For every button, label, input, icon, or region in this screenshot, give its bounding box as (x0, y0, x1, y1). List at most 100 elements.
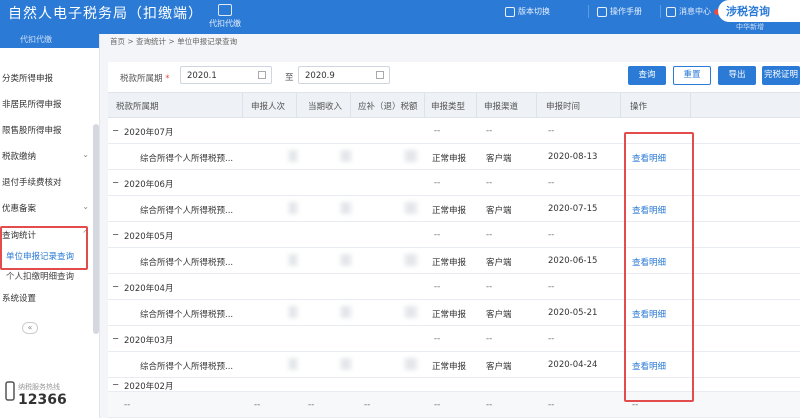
dash-cell: -- (434, 282, 441, 292)
column-divider (296, 93, 297, 119)
version-switch-link[interactable]: 版本切换 (505, 6, 550, 17)
header-time: 申报时间 (546, 102, 581, 112)
header-divider (588, 5, 589, 18)
collapse-sidebar-icon[interactable]: « (22, 322, 38, 334)
withholding-icon (218, 4, 232, 16)
dash-cell: -- (486, 126, 493, 136)
table-row-period[interactable]: − 2020年07月 -- -- -- (108, 118, 800, 144)
column-divider (620, 93, 621, 119)
period-cell: 2020年05月 (124, 232, 174, 242)
table-row-detail[interactable]: 综合所得个人所得税预... 正常申报 客户端 2020-04-24 查看明细 (108, 352, 800, 378)
declare-type-cell: 正常申报 (432, 310, 467, 320)
table-row-period[interactable]: − 2020年02月 (108, 378, 800, 392)
period-cell: 2020年06月 (124, 180, 174, 190)
chevron-down-icon: ⌄ (82, 202, 89, 211)
footer-dash: -- (434, 400, 441, 410)
redacted-income (340, 202, 352, 214)
collapse-toggle-icon[interactable]: − (112, 178, 119, 188)
collapse-toggle-icon[interactable]: − (112, 126, 119, 136)
sidebar-item-fee-check[interactable]: 退付手续费核对 (0, 176, 93, 188)
redacted-count (288, 306, 298, 318)
dash-cell: -- (548, 334, 555, 344)
collapse-toggle-icon[interactable]: − (112, 380, 119, 390)
collapse-toggle-icon[interactable]: − (112, 282, 119, 292)
dash-cell: -- (548, 178, 555, 188)
period-cell: 2020年04月 (124, 284, 174, 294)
hotline-label: 纳税服务热线 (18, 383, 60, 391)
footer-dash: -- (124, 400, 131, 410)
calendar-icon[interactable] (258, 71, 266, 79)
dash-cell: -- (486, 178, 493, 188)
redacted-income (340, 150, 352, 162)
sidebar: 代扣代缴 分类所得申报 非居民所得申报 限售股所得申报 税款缴纳 ⌄ 退付手续费核… (0, 34, 100, 418)
message-center-label: 消息中心 (679, 7, 711, 16)
top-header: 自然人电子税务局（扣缴端） 代扣代缴 版本切换 操作手册 消息中心 涉税咨询 中… (0, 0, 800, 34)
table-row-period[interactable]: − 2020年04月 -- -- -- (108, 274, 800, 300)
column-divider (536, 93, 537, 119)
table-row-detail[interactable]: 综合所得个人所得税预... 正常申报 客户端 2020-06-15 查看明细 (108, 248, 800, 274)
dash-cell: -- (434, 230, 441, 240)
table-row-detail[interactable]: 综合所得个人所得税预... 正常申报 客户端 2020-05-21 查看明细 (108, 300, 800, 326)
manual-label: 操作手册 (610, 7, 642, 16)
sidebar-item-restricted-stock[interactable]: 限售股所得申报 (0, 124, 93, 136)
sidebar-scrollbar[interactable] (93, 124, 99, 334)
tax-certificate-button[interactable]: 完税证明 (762, 66, 800, 85)
sidebar-item-label: 非居民所得申报 (2, 100, 62, 110)
manual-link[interactable]: 操作手册 (597, 6, 642, 17)
collapse-toggle-icon[interactable]: − (112, 230, 119, 240)
report-name-cell: 综合所得个人所得税预... (140, 206, 234, 216)
sidebar-top-label: 代扣代缴 (0, 34, 99, 48)
footer-dash: -- (486, 400, 493, 410)
withholding-nav-button[interactable]: 代扣代缴 (205, 2, 245, 32)
footer-dash: -- (548, 400, 555, 410)
tax-period-label: 税款所属期 * (120, 72, 169, 84)
table-row-period[interactable]: − 2020年06月 -- -- -- (108, 170, 800, 196)
header-tax-period: 税款所属期 (116, 102, 159, 112)
column-divider (242, 93, 243, 119)
version-switch-icon (505, 6, 515, 17)
redacted-tax (404, 358, 418, 370)
phone-icon (5, 381, 15, 401)
table-row-detail[interactable]: 综合所得个人所得税预... 正常申报 客户端 2020-07-15 查看明细 (108, 196, 800, 222)
redacted-count (288, 254, 298, 266)
time-cell: 2020-05-21 (548, 308, 598, 318)
sidebar-item-category-income[interactable]: 分类所得申报 (0, 72, 93, 84)
collapse-toggle-icon[interactable]: − (112, 334, 119, 344)
period-cell: 2020年07月 (124, 128, 174, 138)
chevron-down-icon: ⌄ (82, 150, 89, 159)
declare-type-cell: 正常申报 (432, 258, 467, 268)
sidebar-item-preferential[interactable]: 优惠备案 ⌄ (0, 202, 93, 214)
period-end-input[interactable]: 2020.9 (298, 66, 390, 84)
calendar-icon[interactable] (376, 71, 384, 79)
redacted-count (288, 202, 298, 214)
message-center-link[interactable]: 消息中心 (666, 6, 720, 17)
period-start-input[interactable]: 2020.1 (180, 66, 272, 84)
time-cell: 2020-06-15 (548, 256, 598, 266)
hotline-number: 12366 (18, 392, 67, 408)
highlight-box-sidebar (0, 226, 88, 270)
dash-cell: -- (548, 126, 555, 136)
period-start-value: 2020.1 (187, 71, 217, 81)
export-button[interactable]: 导出 (718, 66, 756, 85)
sidebar-item-tax-payment[interactable]: 税款缴纳 ⌄ (0, 150, 93, 162)
query-button[interactable]: 查询 (628, 66, 666, 85)
redacted-tax (404, 202, 418, 214)
table-row-period[interactable]: − 2020年03月 -- -- -- (108, 326, 800, 352)
table-row-detail[interactable]: 综合所得个人所得税预... 正常申报 客户端 2020-08-13 查看明细 (108, 144, 800, 170)
sidebar-item-nonresident[interactable]: 非居民所得申报 (0, 98, 93, 110)
redacted-income (340, 358, 352, 370)
declare-type-cell: 正常申报 (432, 206, 467, 216)
redacted-tax (404, 254, 418, 266)
reset-button[interactable]: 重置 (673, 66, 711, 85)
report-name-cell: 综合所得个人所得税预... (140, 310, 234, 320)
table-row-period[interactable]: − 2020年05月 -- -- -- (108, 222, 800, 248)
sidebar-item-label: 限售股所得申报 (2, 126, 62, 136)
sidebar-subitem-personal-details[interactable]: 个人扣缴明细查询 (6, 270, 74, 282)
dash-cell: -- (434, 126, 441, 136)
period-cell: 2020年03月 (124, 336, 174, 346)
user-menu[interactable]: 涉税咨询 (718, 0, 800, 22)
dash-cell: -- (434, 334, 441, 344)
sidebar-item-settings[interactable]: 系统设置 (0, 292, 93, 304)
redacted-income (340, 254, 352, 266)
dash-cell: -- (486, 282, 493, 292)
